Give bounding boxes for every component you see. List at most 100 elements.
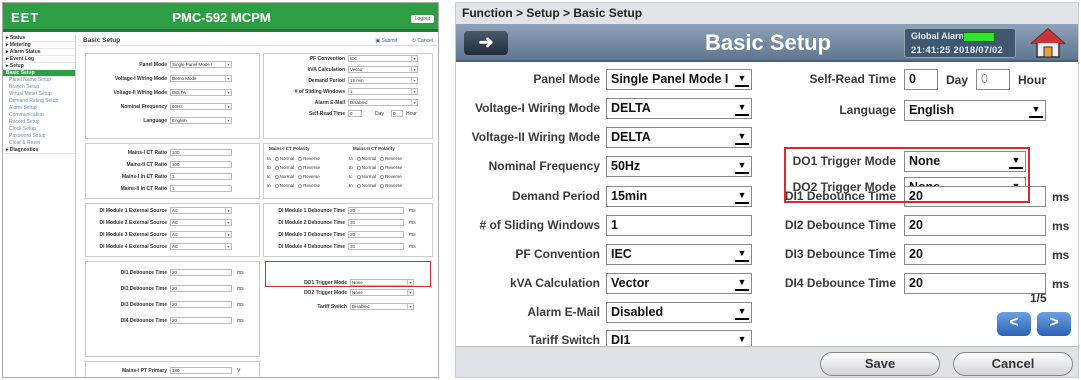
- radio-normal[interactable]: [356, 156, 361, 161]
- di-module-1-debounce-time-input[interactable]: 20: [348, 207, 404, 214]
- radio-normal[interactable]: [356, 183, 361, 188]
- sidebar-item-basic-setup[interactable]: Basic Setup: [3, 70, 75, 77]
- reverse-label: Reverse: [303, 174, 320, 179]
- di3-debounce-time-input[interactable]: 20: [170, 301, 232, 308]
- di3-debounce-time-label: DI3 Debounce Time: [784, 247, 896, 261]
- submit-button[interactable]: ▣ Submit: [375, 38, 397, 44]
- pf-convention-select[interactable]: IEC ▾: [348, 55, 418, 62]
- alarm-e-mail-label: Alarm E-Mail: [314, 100, 345, 106]
- sidebar-item-branch-setup[interactable]: Branch Setup: [3, 84, 75, 91]
- self-read-hour-input[interactable]: 0: [976, 69, 1010, 90]
- di4-debounce-time-input[interactable]: 20: [904, 273, 1046, 294]
- radio-reverse[interactable]: [380, 165, 385, 170]
- di4-debounce-time-input[interactable]: 20: [170, 317, 232, 324]
- di3-debounce-time-input[interactable]: 20: [904, 244, 1046, 265]
- prev-page-button[interactable]: <: [997, 312, 1031, 336]
- voltage-i-wiring-mode-select[interactable]: Demo Mode ▾: [170, 75, 232, 82]
- voltage-ii-wiring-mode-select[interactable]: DELTA ▾: [170, 89, 232, 96]
- next-page-button[interactable]: >: [1037, 312, 1071, 336]
- demand-period-select[interactable]: 15min ▼: [606, 186, 752, 207]
- mains-i-ct-ratio-input[interactable]: 100: [170, 149, 232, 156]
- di-module-3-debounce-time-input[interactable]: 20: [348, 231, 404, 238]
- di3-debounce-time-unit: ms: [237, 302, 244, 308]
- chevron-down-icon: ▼: [735, 130, 749, 145]
- di-module-4-external-source-select[interactable]: AC ▾: [170, 243, 232, 250]
- cancel-button[interactable]: ↻ Cancel: [412, 38, 433, 44]
- di-module-2-debounce-time-input[interactable]: 20: [348, 219, 404, 226]
- radio-reverse[interactable]: [298, 165, 303, 170]
- mains-i-pt-primary-input[interactable]: 380: [170, 367, 232, 374]
- sidebar-item-clear-reset[interactable]: Clear & Reset: [3, 140, 75, 147]
- sidebar-item-communication[interactable]: Communication: [3, 112, 75, 119]
- tariff-switch-select[interactable]: Disabled ▾: [350, 303, 414, 310]
- radio-normal[interactable]: [356, 165, 361, 170]
- mains-i-in-ct-ratio-input[interactable]: 1: [170, 173, 232, 180]
- normal-label: Normal: [361, 165, 377, 170]
- language-select[interactable]: English ▾: [170, 117, 232, 124]
- di-module-4-debounce-time-input[interactable]: 20: [348, 243, 404, 250]
- cancel-button[interactable]: Cancel: [953, 352, 1073, 376]
- di2-debounce-time-input[interactable]: 20: [904, 215, 1046, 236]
- radio-reverse[interactable]: [298, 183, 303, 188]
- radio-normal[interactable]: [274, 174, 279, 179]
- datetime-display: 21:41:25 2018/07/02: [911, 45, 1004, 56]
- mains-ii-in-ct-ratio-input[interactable]: 1: [170, 185, 232, 192]
- language-select[interactable]: English ▼: [904, 100, 1046, 121]
- di-module-3-external-source-select[interactable]: AC ▾: [170, 231, 232, 238]
- do2-trigger-mode-select[interactable]: None ▾: [350, 289, 414, 296]
- radio-normal[interactable]: [274, 183, 279, 188]
- sidebar-item-password-setup[interactable]: Password Setup: [3, 133, 75, 140]
- di-module-1-external-source-select[interactable]: AC ▾: [170, 207, 232, 214]
- save-button[interactable]: Save: [820, 352, 940, 376]
- radio-reverse[interactable]: [380, 174, 385, 179]
- panel-mode-select[interactable]: Single Panel Mode I ▼: [606, 69, 752, 90]
- sidebar-item-record-setup[interactable]: Record Setup: [3, 119, 75, 126]
- panel-mode-select[interactable]: Single Panel Mode I ▾: [170, 61, 232, 68]
- self-read-day-input[interactable]: 0: [904, 69, 938, 90]
- of-sliding-windows-input[interactable]: 1: [606, 215, 752, 236]
- voltage-ii-wiring-mode-select[interactable]: DELTA ▼: [606, 127, 752, 148]
- alarm-e-mail-select[interactable]: Disabled ▾: [348, 99, 418, 106]
- sidebar-item-virtual-meter-setup[interactable]: Virtual Meter Setup: [3, 91, 75, 98]
- kva-calculation-select[interactable]: Vector ▼: [606, 273, 752, 294]
- voltage-i-wiring-mode-select[interactable]: DELTA ▼: [606, 98, 752, 119]
- radio-reverse[interactable]: [380, 183, 385, 188]
- sidebar-item-alarm-setup[interactable]: Alarm Setup: [3, 105, 75, 112]
- home-button[interactable]: [1030, 27, 1066, 59]
- sidebar-item-status[interactable]: ▸ Status: [3, 35, 75, 42]
- mains-ii-ct-ratio-input[interactable]: 100: [170, 161, 232, 168]
- di1-debounce-time-input[interactable]: 20: [170, 269, 232, 276]
- do1-trigger-mode-select[interactable]: None ▾: [350, 279, 414, 286]
- alarm-e-mail-select[interactable]: Disabled ▼: [606, 302, 752, 323]
- of-sliding-windows-select[interactable]: 1 ▾: [348, 88, 418, 95]
- sidebar-item-diagnostics[interactable]: ▸ Diagnostics: [3, 147, 75, 154]
- sidebar-item-alarm-status[interactable]: ▸ Alarm Status: [3, 49, 75, 56]
- reverse-label: Reverse: [385, 174, 402, 179]
- radio-reverse[interactable]: [298, 156, 303, 161]
- radio-normal[interactable]: [356, 174, 361, 179]
- self-read-day-input[interactable]: 0: [348, 110, 362, 117]
- demand-period-select[interactable]: 15 min ▾: [348, 77, 418, 84]
- sidebar-item-demand-rating-setup[interactable]: Demand Rating Setup: [3, 98, 75, 105]
- sidebar-item-setup[interactable]: ▸ Setup: [3, 63, 75, 70]
- sidebar-item-metering[interactable]: ▸ Metering: [3, 42, 75, 49]
- di-module-2-external-source-select[interactable]: AC ▾: [170, 219, 232, 226]
- sidebar-item-panel-name-setup[interactable]: Panel Name Setup: [3, 77, 75, 84]
- kva-calculation-select[interactable]: Vector ▾: [348, 66, 418, 73]
- nominal-frequency-select[interactable]: 60Hz ▾: [170, 103, 232, 110]
- pf-convention-select[interactable]: IEC ▼: [606, 244, 752, 265]
- di2-debounce-time-input[interactable]: 20: [170, 285, 232, 292]
- chevron-down-icon: ▾: [225, 90, 231, 95]
- nominal-frequency-select[interactable]: 50Hz ▼: [606, 156, 752, 177]
- radio-normal[interactable]: [274, 156, 279, 161]
- radio-reverse[interactable]: [380, 156, 385, 161]
- sidebar-item-event-log[interactable]: ▸ Event Log: [3, 56, 75, 63]
- self-read-hour-input[interactable]: 0: [391, 110, 403, 117]
- sidebar-item-clock-setup[interactable]: Clock Setup: [3, 126, 75, 133]
- normal-label: Normal: [361, 156, 377, 161]
- self-read-time-label: Self-Read Time: [308, 111, 345, 117]
- global-alarm-indicator: [963, 32, 995, 42]
- logout-button[interactable]: Logout: [410, 15, 434, 23]
- radio-normal[interactable]: [274, 165, 279, 170]
- radio-reverse[interactable]: [298, 174, 303, 179]
